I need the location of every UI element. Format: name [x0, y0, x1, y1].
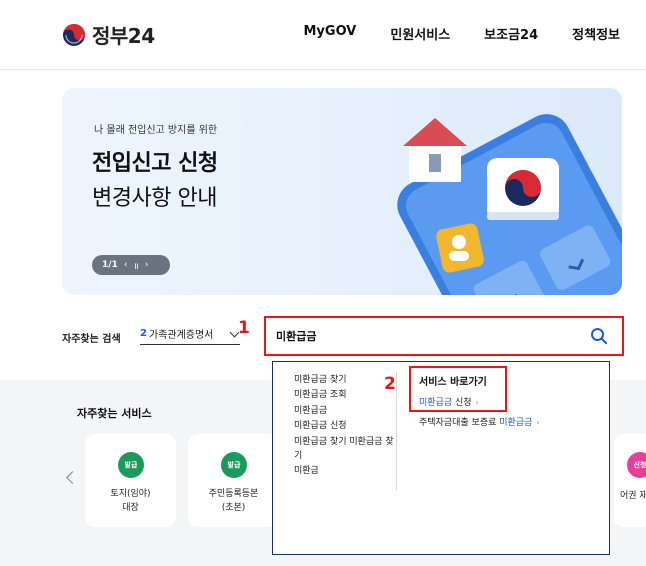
banner-illustration: [397, 114, 622, 295]
frequent-services-title: 자주찾는 서비스: [77, 407, 152, 420]
apply-badge-icon: 신청: [627, 452, 646, 478]
site-logo[interactable]: 정부24: [62, 20, 155, 49]
suggestion-item[interactable]: 미환금: [294, 465, 394, 479]
issue-badge-icon: 발급: [118, 452, 144, 478]
quick-link-housing-loan-refund[interactable]: 주택자금대출 보증료 미환급금 ›: [419, 415, 540, 428]
nav-civil-service[interactable]: 민원서비스: [390, 24, 450, 43]
service-card-label: 주민등록등본 (초본): [208, 489, 259, 513]
site-header: 정부24 MyGOV 민원서비스 보조금24 정책정보: [0, 0, 646, 70]
taegeuk-logo-icon: [63, 23, 85, 46]
banner-subtitle: 나 몰래 전입신고 방지를 위한: [94, 125, 218, 136]
frequent-search-select[interactable]: 2 가족관계증명서: [140, 323, 240, 345]
search-autocomplete-dropdown: 미환급금 찾기 미환급금 조회 미환급금 미환급금 신청 미환급금 찾기 미환급…: [272, 361, 610, 555]
chevron-right-icon: ›: [536, 418, 540, 427]
banner-pager: 1/1 ‹ ॥ ›: [92, 255, 170, 275]
service-card-resident-register[interactable]: 발급 주민등록등본 (초본): [188, 434, 279, 527]
suggestion-list: 미환급금 찾기 미환급금 조회 미환급금 미환급금 신청 미환급금 찾기 미환급…: [294, 374, 394, 481]
suggestion-item[interactable]: 미환급금 신청: [294, 420, 394, 434]
quick-link-refund-apply[interactable]: 미환급금 신청 ›: [419, 395, 479, 408]
frequent-search-rank: 2: [140, 328, 147, 339]
suggestion-item[interactable]: 미환급금 찾기 미환급금 찾기: [294, 436, 394, 464]
main-banner[interactable]: 나 몰래 전입신고 방지를 위한 전입신고 신청 변경사항 안내 1/1 ‹ ॥…: [62, 88, 622, 295]
chevron-right-icon: ›: [475, 398, 479, 407]
quick-links-title: 서비스 바로가기: [419, 377, 487, 388]
frequent-search-value: 가족관계증명서: [148, 330, 214, 341]
service-card-label: 어권 재: [620, 491, 646, 501]
service-card-partial[interactable]: 신청 어권 재: [614, 434, 646, 527]
search-box: [264, 316, 624, 356]
annotation-marker-2: 2: [384, 374, 396, 394]
nav-policy-info[interactable]: 정책정보: [572, 24, 620, 43]
suggestion-item[interactable]: 미환급금 찾기: [294, 374, 394, 388]
annotation-marker-1: 1: [238, 318, 250, 338]
service-card-label: 토지(임야) 대장: [110, 489, 151, 513]
suggestion-item[interactable]: 미환급금 조회: [294, 389, 394, 403]
pager-prev-button[interactable]: ‹: [124, 260, 128, 270]
main-nav: MyGOV 민원서비스 보조금24 정책정보: [304, 24, 646, 43]
service-card-land-register[interactable]: 발급 토지(임야) 대장: [85, 434, 176, 527]
logo-text: 정부24: [92, 24, 155, 48]
search-input[interactable]: [276, 327, 566, 345]
suggestion-item[interactable]: 미환급금: [294, 405, 394, 419]
nav-mygov[interactable]: MyGOV: [304, 24, 357, 43]
frequent-search-label: 자주찾는 검색: [62, 334, 121, 345]
banner-title-line1: 전입신고 신청: [92, 151, 218, 176]
pager-next-button[interactable]: ›: [145, 260, 149, 270]
nav-subsidy24[interactable]: 보조금24: [484, 24, 538, 43]
dropdown-divider: [396, 372, 397, 490]
pager-pause-button[interactable]: ॥: [133, 259, 138, 272]
issue-badge-icon: 발급: [221, 452, 247, 478]
banner-title-line2: 변경사항 안내: [92, 186, 217, 211]
search-icon[interactable]: [590, 327, 608, 345]
pager-count: 1/1: [102, 260, 118, 270]
